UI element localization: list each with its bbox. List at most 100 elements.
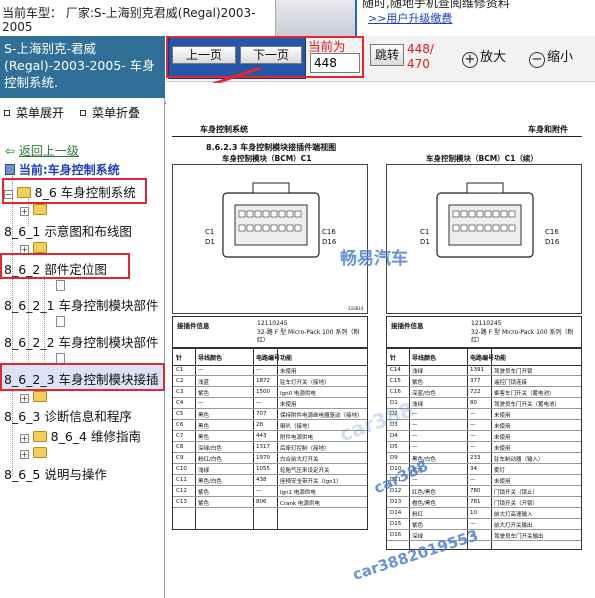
table-header: 功能 (494, 355, 507, 362)
tree-item-8-6-5[interactable]: 8_6_5 说明与操作 (4, 464, 107, 483)
tree-item-8-6-2-1[interactable]: 8_6_2_1 车身控制模块部件 (4, 295, 159, 314)
menu-collapse-label: 菜单折叠 (92, 106, 141, 120)
table-cell: 粉红/白色 (198, 457, 222, 463)
jump-button[interactable]: 跳转 (370, 44, 404, 66)
table-cell: 233 (470, 455, 481, 461)
table-cell: 1872 (256, 378, 270, 384)
menu-expand[interactable]: 菜单展开 (4, 104, 64, 121)
table-row: C15 紫色 377 遥控门锁连接 (387, 376, 581, 387)
table-row: C2 浅蓝 1872 驻车灯开关（接地） (173, 376, 367, 387)
table-row: C12 紫色 — Ign1 电源供电 (173, 486, 367, 497)
info-item: 12110245 (257, 320, 288, 327)
table-cell: D16 (390, 532, 402, 538)
folder-icon (32, 447, 47, 458)
tree-folder[interactable]: + (20, 390, 47, 404)
table-cell: — (412, 422, 418, 428)
table-cell: — (470, 477, 476, 483)
table-cell: 722 (470, 389, 481, 395)
table-cell: — (412, 444, 418, 450)
table-cell: 座椅安全带开关（Ign1） (280, 479, 342, 485)
table-cell: 浅绿 (412, 369, 424, 375)
table-cell: 驻车制动器（输入） (494, 457, 544, 463)
tree-folder[interactable]: + (20, 203, 47, 217)
tree-item-8-6-4[interactable]: + 8_6_4 维修指南 (20, 426, 141, 445)
table-cell: — (256, 400, 262, 406)
table-cell: C12 (176, 488, 187, 494)
table-cell: 10 (470, 510, 477, 516)
table-cell: C8 (176, 444, 184, 450)
table-cell: 黑色/白色 (198, 479, 222, 485)
back-link[interactable]: ⇦ 返回上一级 (5, 142, 79, 159)
table-cell: 驾驶员车门开关（蓄电池） (494, 402, 561, 408)
pin-label-c1: C1 (205, 228, 215, 236)
table-header: 导线颜色 (198, 355, 223, 362)
highlight-box (0, 253, 130, 279)
tree-item-8-6-2-2[interactable]: 8_6_2_2 车身控制模块部件 (4, 332, 159, 351)
table-cell: 乘客车门开关（蓄电池） (494, 391, 555, 397)
tree-item-8-6-3[interactable]: 8_6_3 诊断信息和程序 (4, 406, 132, 425)
table-row: C4 — — 未使用 (173, 398, 367, 409)
table-row: D1 浅绿 80 驾驶员车门开关（蓄电池） (387, 398, 581, 409)
tree-item-label: 8_6_4 维修指南 (50, 429, 141, 444)
table-cell: 1317 (256, 444, 270, 450)
table-row: D16 深绿 — 驾驶员车门开关输出 (387, 530, 581, 541)
table-cell: C4 (176, 400, 184, 406)
table-cell: 驾驶员车门开锁 (494, 369, 533, 375)
tree-doc[interactable] (56, 315, 65, 329)
tree-item-label: 8_6_1 示意图和布线图 (4, 224, 132, 239)
table-cell: 驾驶员车门开关输出 (494, 534, 544, 540)
page-rule (172, 136, 582, 137)
table-cell: 深蓝/白色 (412, 391, 436, 397)
tree-line (28, 276, 29, 376)
back-arrow-icon: ⇦ (5, 144, 16, 158)
expand-toggle-icon[interactable]: + (20, 394, 29, 403)
table-cell: C5 (176, 411, 184, 417)
table-cell: 喇叭（接地） (280, 424, 314, 430)
page-heading: 8.6.2.3 车身控制模块接插件端视图 (206, 143, 337, 152)
zoom-out-button[interactable]: − 缩小 (529, 46, 573, 68)
table-cell: Crank 电源供电 (280, 501, 320, 507)
table-cell: 浅绿 (412, 402, 424, 408)
table-row: D12 红色/黑色 780 门锁开关（锁止） (387, 486, 581, 497)
tree-item-8-6-1[interactable]: 8_6_1 示意图和布线图 (4, 221, 132, 240)
zoom-in-button[interactable]: + 放大 (462, 46, 506, 68)
page-count: 448/ 470 (407, 42, 434, 71)
table-cell: 黑色 (198, 413, 210, 419)
zoom-in-label: 放大 (480, 50, 507, 65)
table-cell: 806 (256, 499, 267, 505)
upgrade-link[interactable]: >>用户升级缴费 (368, 10, 452, 26)
table-cell: C7 (176, 433, 184, 439)
table-row: C7 黑色 443 附件电源供电 (173, 431, 367, 442)
expand-toggle-icon[interactable]: + (20, 207, 29, 216)
tree-item-label: 8_6_2_1 车身控制模块部件 (4, 298, 159, 313)
tree-doc[interactable] (56, 279, 65, 293)
table-cell: D5 (390, 444, 398, 450)
tree-folder[interactable]: + (20, 446, 47, 460)
table-cell: 紫色 (198, 490, 210, 496)
table-row: C9 粉红/白色 1970 白合前大灯开关 (173, 453, 367, 464)
table-cell: C15 (390, 378, 401, 384)
table-row: C5 黑色 707 保持附件电源继电器驱动（接地） (173, 409, 367, 420)
menu-expand-label: 菜单展开 (16, 106, 65, 120)
table-cell: 橙色/黑色 (412, 501, 436, 507)
table-row: C16 深蓝/白色 722 乘客车门开关（蓄电池） (387, 387, 581, 398)
table-row: D14 粉红 10 前大灯高速输入 (387, 508, 581, 519)
table-cell: 28 (256, 422, 263, 428)
back-link-label: 返回上一级 (18, 144, 79, 158)
table-cell: 紫色 (198, 501, 210, 507)
banner-image (275, 0, 355, 36)
connector-title-left: 车身控制模块（BCM）C1 (222, 154, 312, 163)
table-cell: 轮胎气压来设定开关 (280, 468, 330, 474)
table-cell: 浅蓝 (198, 380, 210, 386)
expand-toggle-icon[interactable]: + (20, 450, 29, 459)
table-row: C13 紫色 806 Crank 电源供电 (173, 497, 367, 508)
menu-collapse[interactable]: 菜单折叠 (80, 104, 140, 121)
table-cell: D9 (390, 455, 398, 461)
table-cell: — (470, 422, 476, 428)
expand-toggle-icon[interactable]: + (20, 434, 29, 443)
tree-item-label: 8_6_2_2 车身控制模块部件 (4, 335, 159, 350)
tree-item-label: 8_6_3 诊断信息和程序 (4, 409, 132, 424)
pin-table-left: 针导线颜色 电路编号 功能 C1— — 未使用 C2 浅蓝 1872 驻车灯开关（接地） C3 紫色 1… (172, 348, 368, 530)
zoom-out-icon: − (529, 52, 545, 68)
folder-icon (32, 431, 47, 442)
